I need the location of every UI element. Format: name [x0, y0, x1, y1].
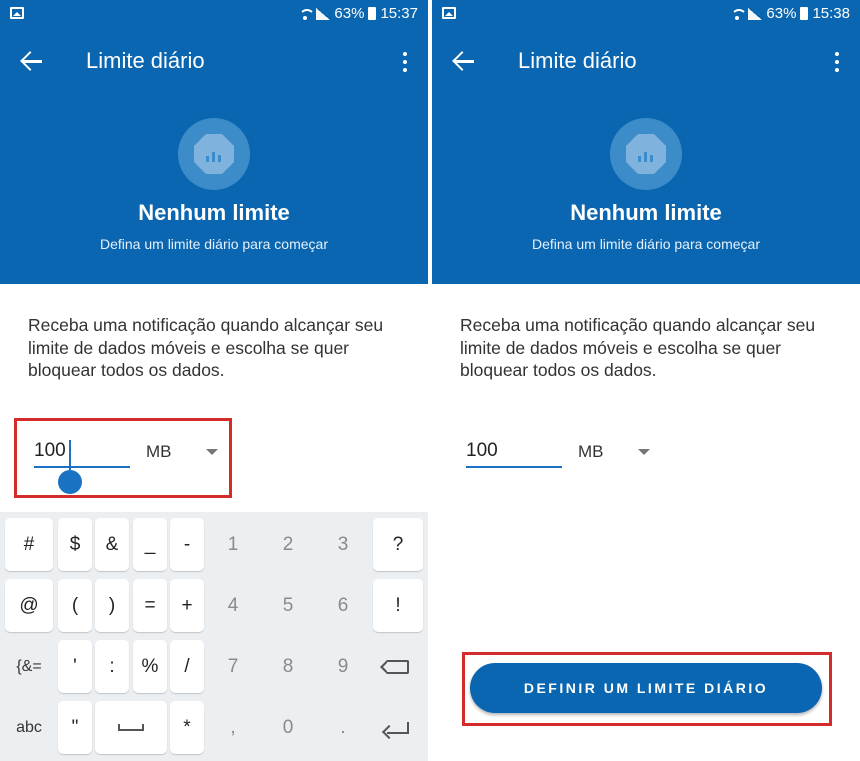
keyboard-key[interactable]: + — [170, 579, 204, 632]
data-usage-icon — [610, 118, 682, 190]
numeric-keyboard: # $ & _ -1 2 3? @() = +4 5 6! {&= ':%/7 8 9 abc " *, 0. — [0, 512, 428, 761]
battery-icon — [368, 7, 377, 20]
keyboard-key[interactable]: 5 — [263, 579, 313, 632]
keyboard-key[interactable]: ) — [95, 579, 129, 632]
keyboard-key[interactable]: $ — [58, 518, 92, 571]
keyboard-key[interactable]: - — [170, 518, 204, 571]
keyboard-key[interactable]: * — [170, 701, 204, 754]
screenshot-root: 63% 15:37 Limite diário Nenhum limite De… — [0, 0, 860, 761]
status-bar: 63% 15:37 — [0, 0, 428, 28]
limit-status-title: Nenhum limite — [570, 200, 722, 225]
screen-left: 63% 15:37 Limite diário Nenhum limite De… — [0, 0, 428, 761]
keyboard-key[interactable]: _ — [133, 518, 167, 571]
battery-percent: 63% — [766, 5, 797, 22]
limit-status-title: Nenhum limite — [138, 200, 290, 225]
limit-status-subtitle: Defina um limite diário para começar — [100, 236, 328, 252]
limit-description: Receba uma notificação quando alcançar s… — [28, 315, 384, 380]
keyboard-key[interactable]: ! — [373, 579, 423, 632]
keyboard-key[interactable]: = — [133, 579, 167, 632]
app-header: Limite diário Nenhum limite Defina um li… — [0, 28, 428, 284]
status-icons: 63% 15:37 — [298, 5, 418, 22]
enter-key[interactable] — [373, 701, 423, 754]
keyboard-key[interactable]: ( — [58, 579, 92, 632]
page-title: Limite diário — [86, 48, 205, 73]
keyboard-key[interactable]: 4 — [208, 579, 258, 632]
backspace-key[interactable] — [373, 640, 423, 693]
gallery-icon — [10, 7, 24, 19]
clock: 15:38 — [812, 5, 850, 22]
status-bar: 63% 15:38 — [432, 0, 860, 28]
keyboard-key[interactable]: 7 — [208, 640, 258, 693]
battery-icon — [800, 7, 809, 20]
status-icons: 63% 15:38 — [730, 5, 850, 22]
unit-select[interactable]: MB — [578, 442, 604, 462]
highlight-box — [14, 418, 232, 498]
keyboard-key[interactable]: 6 — [318, 579, 368, 632]
keyboard-key[interactable]: / — [170, 640, 204, 693]
limit-description: Receba uma notificação quando alcançar s… — [460, 315, 816, 380]
keyboard-key[interactable]: : — [95, 640, 129, 693]
keyboard-key[interactable]: ? — [373, 518, 423, 571]
highlight-box — [462, 652, 832, 726]
keyboard-key[interactable]: 3 — [318, 518, 368, 571]
signal-icon — [748, 7, 763, 20]
back-arrow-icon[interactable] — [452, 50, 478, 72]
wifi-icon — [730, 8, 748, 20]
data-usage-icon — [178, 118, 250, 190]
clock: 15:37 — [380, 5, 418, 22]
enter-icon — [387, 721, 409, 734]
keyboard-key[interactable]: 0 — [263, 701, 313, 754]
battery-percent: 63% — [334, 5, 365, 22]
screen-right: 63% 15:38 Limite diário Nenhum limite De… — [432, 0, 860, 761]
space-icon — [118, 724, 144, 731]
limit-value-input[interactable]: 100 — [466, 438, 562, 468]
chevron-down-icon[interactable] — [638, 449, 650, 455]
keyboard-key[interactable]: @ — [5, 579, 53, 632]
keyboard-key[interactable]: # — [5, 518, 53, 571]
space-key[interactable] — [95, 701, 167, 754]
keyboard-key[interactable]: , — [208, 701, 258, 754]
more-options-icon[interactable] — [834, 52, 840, 72]
backspace-icon — [380, 659, 409, 674]
keyboard-key[interactable]: 9 — [318, 640, 368, 693]
wifi-icon — [298, 8, 316, 20]
keyboard-key[interactable]: % — [133, 640, 167, 693]
keyboard-key[interactable]: abc — [5, 701, 53, 754]
back-arrow-icon[interactable] — [20, 50, 46, 72]
keyboard-key[interactable]: ' — [58, 640, 92, 693]
keyboard-key[interactable]: 8 — [263, 640, 313, 693]
more-options-icon[interactable] — [402, 52, 408, 72]
signal-icon — [316, 7, 331, 20]
keyboard-key[interactable]: & — [95, 518, 129, 571]
keyboard-key[interactable]: {&= — [5, 640, 53, 693]
keyboard-key[interactable]: " — [58, 701, 92, 754]
app-header: Limite diário Nenhum limite Defina um li… — [432, 28, 860, 284]
keyboard-key[interactable]: 2 — [263, 518, 313, 571]
keyboard-key[interactable]: 1 — [208, 518, 258, 571]
limit-status-subtitle: Defina um limite diário para começar — [532, 236, 760, 252]
keyboard-key[interactable]: . — [318, 701, 368, 754]
gallery-icon — [442, 7, 456, 19]
page-title: Limite diário — [518, 48, 637, 73]
